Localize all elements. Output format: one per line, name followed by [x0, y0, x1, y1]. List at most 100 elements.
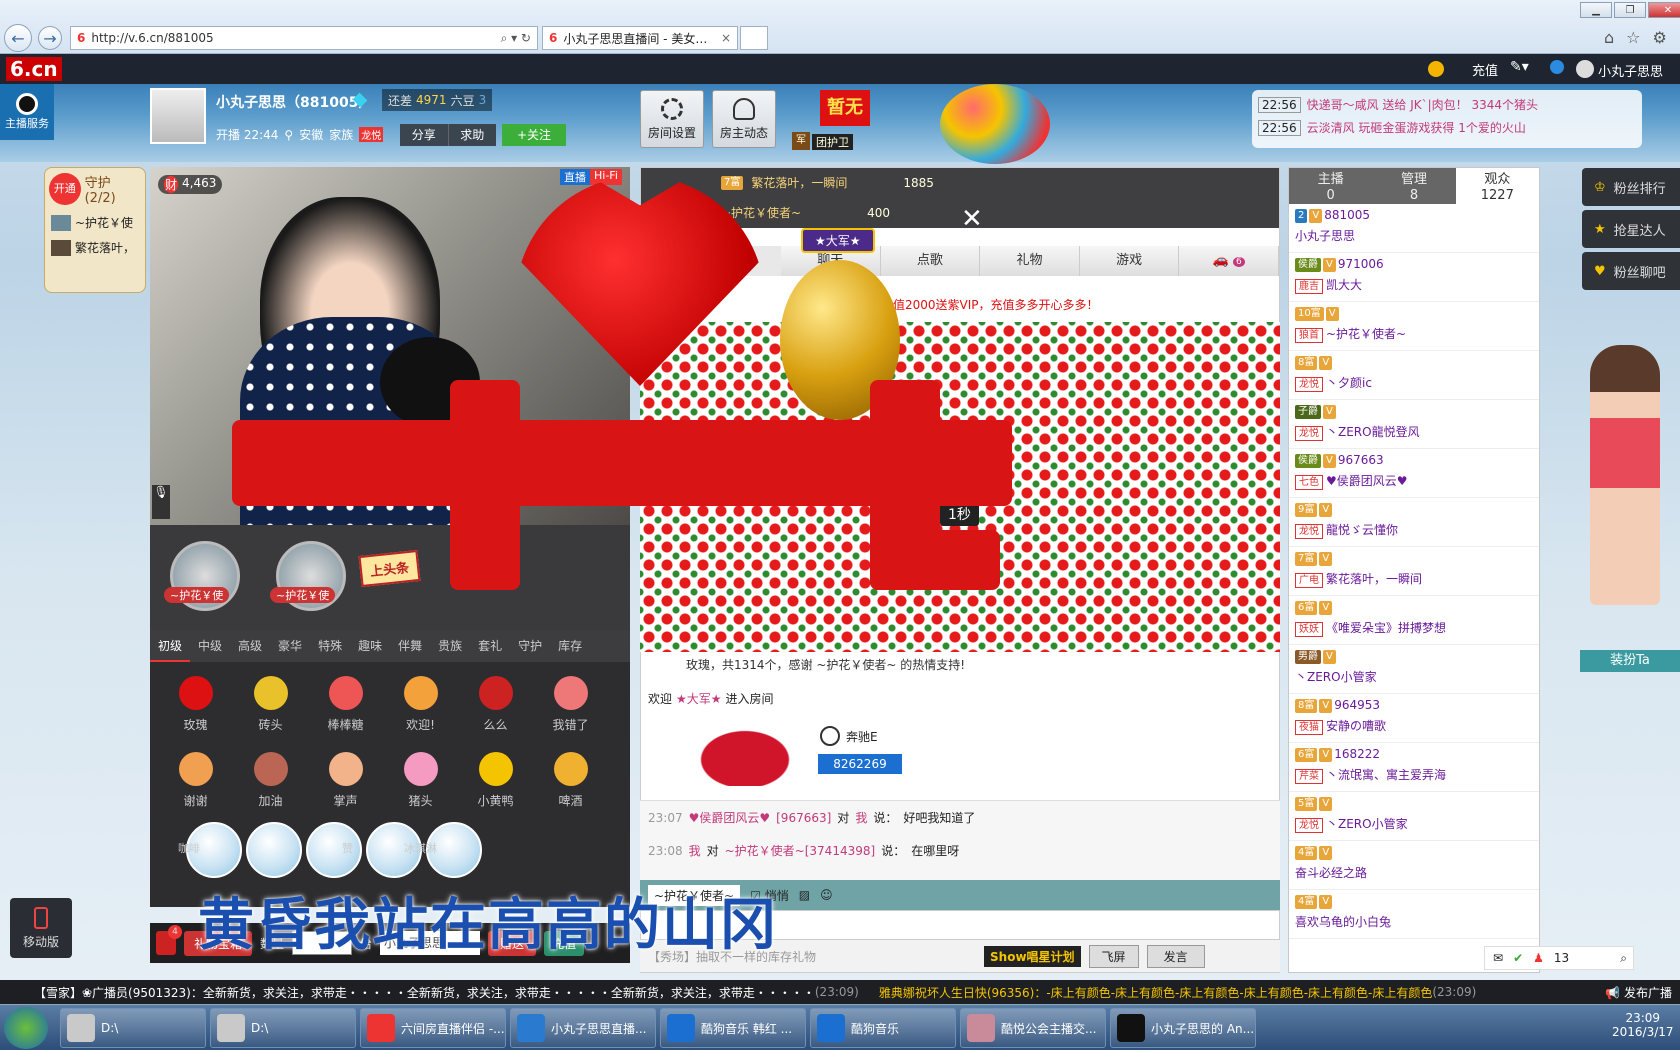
- user-row[interactable]: 4富 V 喜欢乌龟的小白兔: [1289, 890, 1539, 939]
- search-icon[interactable]: ⌕ ▾ ↻: [501, 31, 531, 46]
- back-icon[interactable]: ←: [4, 24, 32, 52]
- tab-songs[interactable]: 点歌: [880, 246, 981, 276]
- fan-name[interactable]: 繁花落叶，一瞬间: [751, 174, 847, 191]
- user-row[interactable]: 子爵 V 龙悦 丶ZERO龍悦登风: [1289, 400, 1539, 449]
- gift-tab[interactable]: 高级: [230, 630, 270, 662]
- gift-tab[interactable]: 豪华: [270, 630, 310, 662]
- avatar-doll[interactable]: [1590, 345, 1660, 605]
- gear-icon[interactable]: ⚙: [1653, 28, 1667, 47]
- dress-up-button[interactable]: 装扮Ta: [1580, 650, 1680, 672]
- mobile-button[interactable]: 移动版: [10, 898, 72, 958]
- coin-icon[interactable]: [1428, 61, 1444, 77]
- tab-gifts[interactable]: 礼物: [980, 246, 1080, 276]
- user-row[interactable]: 7富 V 广电 繁花落叶，一瞬间: [1289, 547, 1539, 596]
- gift-tab[interactable]: 套礼: [470, 630, 510, 662]
- address-bar[interactable]: 6 http://v.6.cn/881005 ⌕ ▾ ↻: [70, 26, 538, 50]
- gift-item[interactable]: 啤酒: [533, 742, 608, 818]
- user-row[interactable]: 4富 V 奋斗必经之路: [1289, 841, 1539, 890]
- gift-item[interactable]: 我错了: [533, 666, 608, 742]
- msg-from[interactable]: ♥侯爵团风云♥: [689, 809, 771, 826]
- share-button[interactable]: 分享: [400, 124, 449, 146]
- gift-item[interactable]: 么么: [458, 666, 533, 742]
- guard-item[interactable]: 繁花落叶，: [45, 235, 145, 260]
- edit-icon[interactable]: ✎▾: [1510, 59, 1529, 75]
- welcome-name[interactable]: ★大军★: [676, 690, 722, 707]
- tab-games[interactable]: 游戏: [1079, 246, 1180, 276]
- minimize-icon[interactable]: ▁: [1580, 2, 1612, 18]
- user-row[interactable]: 10富 V 狼首 ~护花￥使者~: [1289, 302, 1539, 351]
- follow-button[interactable]: +关注: [502, 124, 566, 146]
- forward-icon[interactable]: →: [38, 26, 62, 50]
- browser-tab[interactable]: 6 小丸子思思直播间 - 美女… ×: [542, 26, 738, 50]
- box-icon[interactable]: 4: [156, 925, 182, 955]
- msg-from[interactable]: 我: [689, 842, 701, 859]
- taskbar-item[interactable]: 六间房直播伴侣 -...: [360, 1008, 506, 1048]
- user-row[interactable]: 侯爵 V 967663 七色 ♥侯爵团风云♥: [1289, 449, 1539, 498]
- gift-tab[interactable]: 贵族: [430, 630, 470, 662]
- room-settings-button[interactable]: 房间设置: [640, 90, 704, 148]
- taskbar-item[interactable]: 酷狗音乐 韩红 ...: [660, 1008, 806, 1048]
- taskbar-item[interactable]: D:\: [210, 1008, 356, 1048]
- family-tag[interactable]: 龙悦: [359, 127, 384, 142]
- star-grab-button[interactable]: ★ 抢星达人: [1582, 210, 1680, 248]
- close-icon[interactable]: ✕: [961, 204, 983, 234]
- user-row[interactable]: 2 V 881005 小丸子思思: [1289, 204, 1539, 253]
- host-avatar[interactable]: [150, 88, 206, 144]
- headline-button[interactable]: 上头条: [358, 550, 421, 587]
- gift-tab[interactable]: 趣味: [350, 630, 390, 662]
- user-row[interactable]: 6富 V 168222 芹菜 丶流氓寓、寓主爱弄海: [1289, 743, 1539, 792]
- guard-group-flag[interactable]: 暂无: [820, 90, 870, 126]
- mail-icon[interactable]: ✉: [1493, 951, 1503, 965]
- user-row[interactable]: 6富 V 妖妖 《唯爱朵宝》拼搏梦想: [1289, 596, 1539, 645]
- broadcast-button[interactable]: 📢 发布广播: [1593, 983, 1680, 1001]
- home-icon[interactable]: ⌂: [1604, 28, 1614, 47]
- gift-tab[interactable]: 守护: [510, 630, 550, 662]
- site-logo[interactable]: 6.cn: [6, 57, 62, 81]
- user-avatar[interactable]: [1576, 60, 1594, 78]
- clock[interactable]: 23:09 2016/3/17: [1612, 1011, 1674, 1039]
- start-button[interactable]: [4, 1007, 48, 1049]
- gift-tab[interactable]: 库存: [550, 630, 590, 662]
- speak-button[interactable]: 发言: [1146, 944, 1205, 968]
- tab-car[interactable]: 🚗 6: [1179, 246, 1279, 276]
- mic-icon[interactable]: 🎙: [152, 485, 170, 519]
- open-guard-button[interactable]: 开通: [49, 173, 81, 205]
- image-icon[interactable]: ▨: [799, 888, 810, 902]
- fan-bar-button[interactable]: ♥ 粉丝聊吧: [1582, 252, 1680, 290]
- tab-admin[interactable]: 管理 8: [1372, 168, 1456, 204]
- user-row[interactable]: 9富 V 龙悦 龍悦ゞ云懂你: [1289, 498, 1539, 547]
- gift-item[interactable]: 谢谢: [158, 742, 233, 818]
- fan-rank-button[interactable]: ♔ 粉丝排行: [1582, 168, 1680, 206]
- emoji-icon[interactable]: ☺: [820, 888, 833, 902]
- gift-item[interactable]: 欢迎!: [383, 666, 458, 742]
- close-icon[interactable]: ✕: [1648, 2, 1680, 18]
- taskbar-item[interactable]: 酷悦公会主播交...: [960, 1008, 1106, 1048]
- gift-item[interactable]: 砖头: [233, 666, 308, 742]
- show-plan-banner[interactable]: Show唱星计划: [984, 945, 1081, 967]
- gift-item[interactable]: 小黄鸭: [458, 742, 533, 818]
- maximize-icon[interactable]: ❐: [1614, 2, 1646, 18]
- user-row[interactable]: 8富 V 964953 夜猫 安静の嘈歌: [1289, 694, 1539, 743]
- user-row[interactable]: 8富 V 龙悦 丶夕颜ic: [1289, 351, 1539, 400]
- shield-icon[interactable]: [1550, 60, 1564, 74]
- guard-item[interactable]: ~护花￥使: [45, 210, 145, 235]
- gift-tab[interactable]: 初级: [150, 630, 191, 662]
- gift-item[interactable]: 玫瑰: [158, 666, 233, 742]
- new-tab-button[interactable]: [740, 26, 768, 50]
- top-username[interactable]: 小丸子思思: [1598, 61, 1663, 80]
- gift-circle[interactable]: [246, 822, 302, 878]
- gift-item[interactable]: 猪头: [383, 742, 458, 818]
- taskbar-item[interactable]: 酷狗音乐: [810, 1008, 956, 1048]
- gift-tab[interactable]: 伴舞: [390, 630, 430, 662]
- tab-close-icon[interactable]: ×: [721, 31, 731, 45]
- taskbar-item[interactable]: D:\: [60, 1008, 206, 1048]
- help-button[interactable]: 求助: [449, 124, 497, 146]
- user-row[interactable]: 5富 V 龙悦 丶ZERO小管家: [1289, 792, 1539, 841]
- service-button[interactable]: 主播服务: [0, 84, 54, 140]
- gift-item[interactable]: 掌声: [308, 742, 383, 818]
- search-icon[interactable]: ⌕: [1620, 951, 1627, 966]
- host-news-button[interactable]: 房主动态: [712, 90, 776, 148]
- taskbar-item[interactable]: 小丸子思思直播...: [510, 1008, 656, 1048]
- flyscreen-button[interactable]: 飞屏: [1088, 944, 1139, 968]
- taskbar-item[interactable]: 小丸子思思的 An...: [1110, 1008, 1256, 1048]
